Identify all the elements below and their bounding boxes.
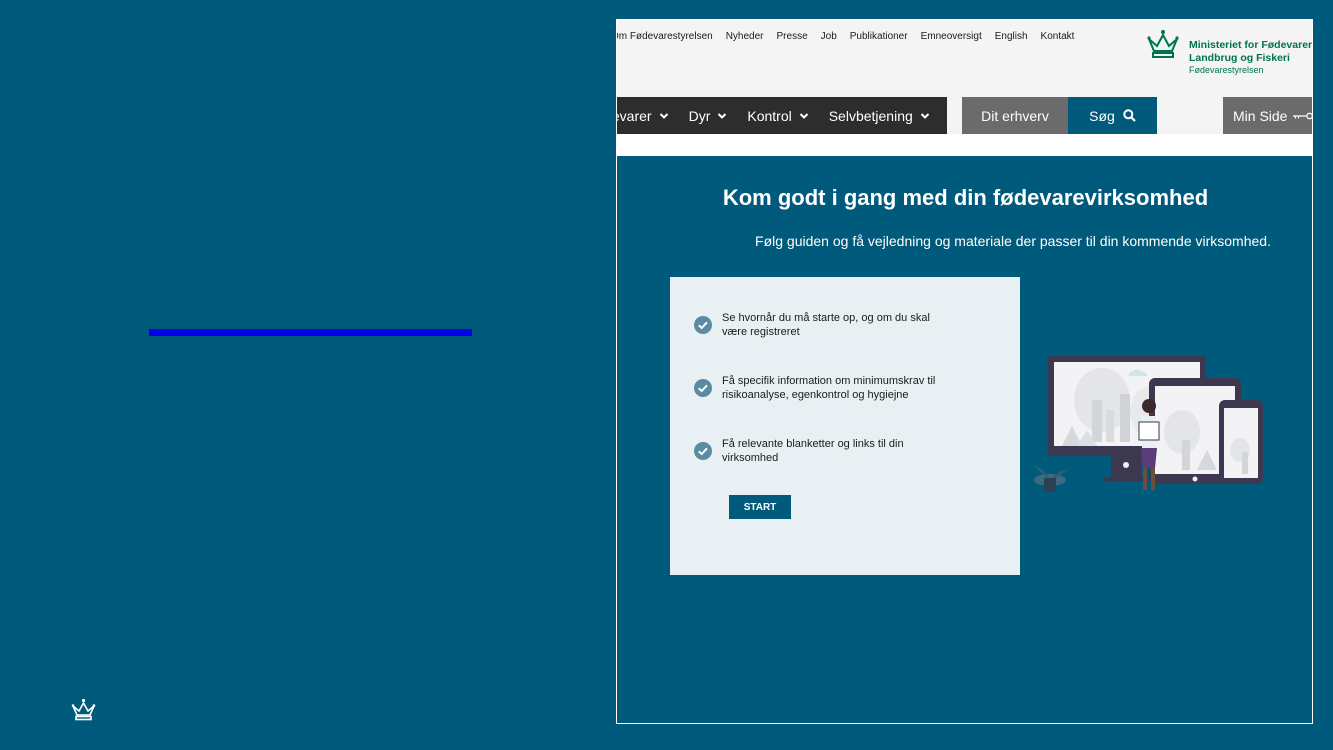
chevron-down-icon [799, 112, 808, 119]
top-bar: Om Fødevarestyrelsen Nyheder Presse Job … [617, 20, 1313, 97]
search-button[interactable]: Søg [1068, 97, 1157, 134]
list-item-text: Få relevante blanketter og links til din… [722, 438, 904, 464]
nav-item-selvbetjening[interactable]: Selvbetjening [829, 108, 930, 124]
guide-card: Se hvornår du må starte op, og om du ska… [670, 277, 1020, 575]
nav-label: Fødevarer [617, 107, 652, 124]
chevron-down-icon [920, 112, 929, 119]
nav-label: Selvbetjening [828, 107, 913, 124]
devices-illustration [1034, 356, 1263, 492]
nav-label: Dyr [688, 107, 711, 124]
list-item: Se hvornår du må starte op, og om du ska… [694, 311, 952, 339]
nav-label: Kontrol [747, 107, 792, 124]
toplink-job[interactable]: Job [821, 31, 837, 42]
chevron-down-icon [659, 112, 668, 119]
website-screenshot: Om Fødevarestyrelsen Nyheder Presse Job … [616, 19, 1313, 724]
hero-title: Kom godt i gang med din fødevarevirksomh… [722, 185, 1209, 210]
toplink-english[interactable]: English [995, 31, 1028, 42]
accent-bar [149, 329, 472, 336]
crown-icon [1147, 30, 1179, 58]
toplink-om[interactable]: Om Fødevarestyrelsen [617, 31, 713, 42]
nav-item-dyr[interactable]: Dyr [689, 108, 728, 124]
nav-divider-strip [617, 134, 1312, 156]
nav-dit-erhverv[interactable]: Dit erhverv [962, 97, 1068, 134]
list-item-text: Se hvornår du må starte op, og om du ska… [722, 312, 930, 338]
top-links: Om Fødevarestyrelsen Nyheder Presse Job … [617, 31, 1087, 42]
logo-line2: Landbrug og Fiskeri [1189, 52, 1290, 64]
list-item: Få specifik information om minimumskrav … [694, 374, 952, 402]
min-side-button[interactable]: Min Side [1223, 97, 1312, 134]
nav-item-kontrol[interactable]: Kontrol [747, 108, 808, 124]
check-circle-icon [694, 379, 712, 397]
search-label: Søg [1089, 107, 1115, 124]
min-side-label: Min Side [1233, 107, 1288, 124]
check-circle-icon [694, 442, 712, 460]
search-icon [1123, 109, 1136, 122]
check-circle-icon [694, 316, 712, 334]
crown-icon [71, 698, 96, 721]
start-button[interactable]: START [729, 495, 791, 519]
key-icon [1293, 112, 1312, 119]
toplink-kontakt[interactable]: Kontakt [1041, 31, 1075, 42]
list-item: Få relevante blanketter og links til din… [694, 437, 952, 465]
ministry-logo[interactable]: Ministeriet for Fødevarer, Landbrug og F… [1145, 29, 1313, 79]
toplink-presse[interactable]: Presse [777, 31, 808, 42]
chevron-down-icon [718, 112, 727, 119]
toplink-emneoversigt[interactable]: Emneoversigt [921, 31, 982, 42]
main-nav: Fødevarer Dyr Kontrol Selvbetjening Dit … [617, 97, 1312, 134]
toplink-publikationer[interactable]: Publikationer [850, 31, 908, 42]
hero-subtitle: Følg guiden og få vejledning og material… [755, 233, 1271, 249]
list-item-text: Få specifik information om minimumskrav … [722, 375, 936, 401]
logo-line1: Ministeriet for Fødevarer, [1189, 39, 1313, 51]
logo-line3: Fødevarestyrelsen [1189, 65, 1264, 75]
nav-primary: Fødevarer Dyr Kontrol Selvbetjening [617, 97, 947, 134]
nav-item-fodevarer[interactable]: Fødevarer [617, 107, 669, 124]
toplink-nyheder[interactable]: Nyheder [726, 31, 764, 42]
